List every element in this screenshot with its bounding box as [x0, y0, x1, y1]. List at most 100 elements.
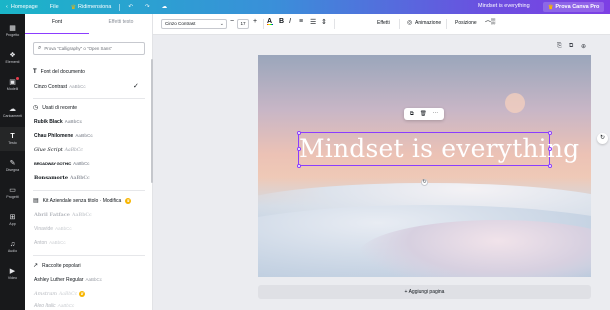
font-sample: AaBbCc: [59, 292, 78, 297]
more-icon[interactable]: ⋯: [433, 111, 439, 117]
font-item[interactable]: BROADWAY GOTHIC AaBbCc: [34, 161, 90, 166]
refresh-icon[interactable]: ↻: [597, 133, 608, 144]
font-item[interactable]: Rubik Black AaBbCc: [34, 119, 82, 125]
font-item[interactable]: Glue Script AaBbCc: [34, 147, 83, 153]
font-item[interactable]: Chau Philomene AaBbCc: [34, 133, 93, 139]
font-sample: AaBbCc: [73, 161, 90, 166]
animation-button[interactable]: Animazione: [415, 20, 441, 26]
tab-text-effects[interactable]: Effetti testo: [89, 14, 152, 34]
font-item[interactable]: Amstram AaBbCc ♛: [34, 291, 85, 297]
resize-handle[interactable]: [547, 130, 552, 135]
text-t-icon: T: [33, 69, 37, 75]
rail-item-text[interactable]: T Testo: [0, 127, 25, 151]
font-item[interactable]: Ashley Luther Regular AaBbCc: [34, 277, 102, 283]
headline-text[interactable]: Mindset is everything: [299, 133, 579, 167]
rotate-handle-icon[interactable]: ↻: [421, 179, 428, 186]
copy-icon[interactable]: ⧉: [410, 111, 414, 118]
font-item[interactable]: Aleo Italic AaBbCc: [34, 303, 74, 309]
font-name: Anton: [34, 240, 48, 246]
rail-label: Caricamenti: [2, 114, 23, 118]
resize-handle[interactable]: [296, 147, 301, 151]
editor-toolbar: Cinzo Contrast ⌄ − 17 + A B I ≡ ☰ ⇕ Effe…: [153, 14, 610, 35]
resize-handle[interactable]: [547, 147, 552, 151]
font-name: Rubik Black: [34, 119, 63, 125]
font-sample: AaBbCc: [64, 119, 83, 124]
section-title: Raccolte popolari: [42, 262, 81, 269]
rail-item-draw[interactable]: ✎ Disegna: [0, 154, 25, 178]
font-sample: AaBbCc: [75, 133, 93, 138]
rail-label: Elementi: [5, 60, 20, 64]
file-menu-button[interactable]: File: [44, 4, 65, 10]
rail-label: Disegna: [5, 168, 20, 172]
font-sample: AaBbCc: [85, 277, 102, 282]
chevron-left-icon: ‹: [6, 4, 8, 10]
resize-button[interactable]: ♛ Ridimensiona: [65, 4, 118, 11]
check-icon: ✓: [133, 83, 139, 90]
text-icon: T: [10, 133, 15, 140]
rail-label: Progetto: [5, 33, 20, 37]
rail-item-uploads[interactable]: ☁ Caricamenti: [0, 100, 25, 124]
text-color-button[interactable]: A: [267, 18, 274, 25]
tab-font[interactable]: Font: [25, 14, 89, 34]
font-family-select[interactable]: Cinzo Contrast ⌄: [161, 19, 227, 29]
rail-item-projects[interactable]: ▭ Progetti: [0, 181, 25, 205]
rail-item-audio[interactable]: ♫ Audio: [0, 235, 25, 259]
cloud-save-button[interactable]: ☁: [156, 4, 174, 10]
layout-icon: ▦: [9, 25, 16, 32]
lock-icon[interactable]: ⎘: [557, 43, 562, 50]
selected-text-box[interactable]: Mindset is everything: [296, 130, 579, 168]
resize-handle[interactable]: [296, 130, 301, 135]
font-size-input[interactable]: 17: [237, 19, 249, 29]
back-home-button[interactable]: ‹ Homepage: [0, 4, 44, 10]
font-panel: Font Effetti testo ⌕ Prova "Calligraphy"…: [25, 14, 153, 310]
try-pro-label: Prova Canva Pro: [555, 4, 600, 10]
transparency-icon[interactable]: ▒: [491, 19, 495, 25]
font-name: Aleo Italic: [34, 303, 56, 309]
clock-icon: ◷: [33, 105, 39, 111]
bold-button[interactable]: B: [279, 18, 284, 25]
rail-item-elements[interactable]: ❖ Elementi: [0, 46, 25, 70]
add-page-icon[interactable]: ⊕: [581, 43, 586, 50]
font-item[interactable]: Bonsamorte AaBbCc: [34, 175, 90, 181]
font-sample: AaBbCc: [64, 148, 83, 153]
position-button[interactable]: Posizione: [455, 20, 477, 26]
rail-label: Video: [7, 276, 18, 280]
try-pro-button[interactable]: ♛ Prova Canva Pro: [543, 2, 605, 12]
font-sample: AaBbCc: [69, 84, 86, 89]
rail-item-project[interactable]: ▦ Progetto: [0, 19, 25, 43]
font-family-value: Cinzo Contrast: [165, 21, 196, 26]
resize-handle[interactable]: [547, 163, 552, 168]
font-sample: AaBbCc: [49, 240, 66, 245]
rail-item-video[interactable]: ▶ Video: [0, 262, 25, 286]
moon: [505, 93, 525, 113]
rail-item-templates[interactable]: ▣ Modelli: [0, 73, 25, 97]
align-button[interactable]: ≡: [299, 18, 303, 25]
rail-item-apps[interactable]: ⊞ App: [0, 208, 25, 232]
font-sample: AaBbCc: [57, 303, 75, 308]
redo-button[interactable]: ↷: [139, 4, 156, 10]
home-label: Homepage: [10, 4, 38, 10]
font-search-input[interactable]: ⌕ Prova "Calligraphy" o "Open Sans": [33, 42, 145, 55]
document-title[interactable]: Mindset is everything: [478, 3, 530, 9]
video-icon: ▶: [9, 268, 16, 275]
italic-button[interactable]: I: [289, 18, 291, 25]
effects-button[interactable]: Effetti: [377, 20, 390, 26]
increase-size-button[interactable]: +: [253, 18, 257, 25]
list-button[interactable]: ☰: [310, 18, 316, 26]
trash-icon[interactable]: 🗑: [420, 111, 427, 117]
duplicate-page-icon[interactable]: ⧉: [569, 43, 573, 50]
spacing-button[interactable]: ⇕: [321, 18, 327, 26]
decrease-size-button[interactable]: −: [230, 18, 234, 25]
redo-icon: ↷: [144, 4, 150, 10]
crown-icon: ♛: [548, 4, 554, 11]
font-item[interactable]: Anton AaBbCc: [34, 240, 66, 246]
add-page-button[interactable]: + Aggiungi pagina: [258, 285, 591, 299]
font-item-document[interactable]: Cinzo Contrast AaBbCc: [34, 84, 86, 90]
resize-label: Ridimensiona: [78, 4, 112, 10]
undo-button[interactable]: ↶: [122, 4, 139, 10]
font-item[interactable]: Vinavide AaBbCc: [34, 226, 72, 232]
font-item[interactable]: Abril Fatface AaBbCc: [34, 212, 92, 218]
resize-handle[interactable]: [296, 163, 301, 168]
draw-icon: ✎: [9, 160, 16, 167]
section-recent-fonts: ◷ Usati di recente: [33, 104, 77, 112]
